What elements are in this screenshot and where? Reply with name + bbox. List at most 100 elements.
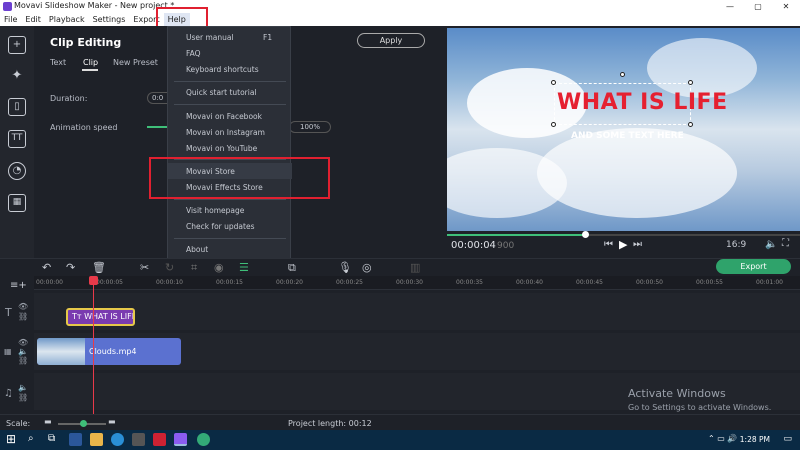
title-clip[interactable]: Tт WHAT IS LIFE: [66, 308, 135, 326]
preview-title-text[interactable]: WHAT IS LIFE: [557, 90, 728, 115]
maximize-button[interactable]: ▢: [744, 0, 772, 13]
preview-scrub-handle[interactable]: [581, 231, 589, 238]
window-title: Movavi Slideshow Maker - New project *: [14, 1, 175, 10]
filter-icon[interactable]: ▯: [8, 98, 26, 116]
color-adjust-icon[interactable]: ◉: [214, 261, 224, 274]
video-clip[interactable]: Clouds.mp4: [37, 338, 181, 365]
clip-properties-icon[interactable]: ☰: [239, 261, 249, 274]
add-track-icon[interactable]: ≡+: [10, 280, 27, 291]
word-icon[interactable]: [69, 433, 82, 446]
tab-new-preset[interactable]: New Preset: [113, 58, 158, 67]
menu-item-user-manual[interactable]: User manual: [186, 33, 234, 42]
active-tab-indicator: [82, 69, 98, 71]
fullscreen-icon[interactable]: ⛶: [782, 238, 789, 249]
next-frame-icon[interactable]: ⏭: [633, 239, 642, 250]
stickers-icon[interactable]: ◔: [8, 162, 26, 180]
menu-file[interactable]: File: [0, 13, 21, 26]
menu-item-visit-homepage[interactable]: Visit homepage: [186, 206, 244, 215]
menu-item-facebook[interactable]: Movavi on Facebook: [186, 112, 262, 121]
microphone-icon[interactable]: 🎙: [338, 261, 352, 274]
video-clip-label: Clouds.mp4: [89, 347, 137, 356]
rotate-icon[interactable]: ↻: [165, 261, 174, 274]
app-icon[interactable]: [197, 433, 210, 446]
file-explorer-icon[interactable]: [90, 433, 103, 446]
search-icon[interactable]: ⌕: [28, 433, 34, 444]
import-icon[interactable]: +: [8, 36, 26, 54]
apply-button[interactable]: Apply: [357, 33, 425, 48]
menu-item-instagram[interactable]: Movavi on Instagram: [186, 128, 265, 137]
mute-icon[interactable]: 🔈: [18, 347, 28, 356]
app-icon[interactable]: [153, 433, 166, 446]
menu-separator: [174, 199, 286, 200]
transition-icon[interactable]: ⧉: [288, 261, 296, 275]
minimize-button[interactable]: —: [716, 0, 744, 13]
movavi-taskbar-icon[interactable]: [174, 433, 187, 446]
animation-speed-label: Animation speed: [50, 123, 118, 132]
current-time-ms: 900: [497, 241, 515, 251]
animation-speed-value[interactable]: 100%: [289, 121, 331, 133]
play-icon[interactable]: ▶: [619, 238, 627, 251]
close-button[interactable]: ✕: [772, 0, 800, 13]
ruler-tick-label: 00:00:15: [216, 279, 243, 286]
menu-item-youtube[interactable]: Movavi on YouTube: [186, 144, 257, 153]
link-icon[interactable]: ⛓: [18, 312, 28, 321]
preview-subtitle-text[interactable]: AND SOME TEXT HERE: [571, 131, 684, 141]
menu-separator: [174, 238, 286, 239]
timeline-ruler[interactable]: 00:00:00 00:00:05 00:00:10 00:00:15 00:00:20…: [34, 276, 800, 290]
delete-icon[interactable]: 🗑: [92, 261, 106, 274]
playhead-handle[interactable]: [89, 276, 98, 285]
resize-handle[interactable]: [688, 80, 693, 85]
redo-icon[interactable]: ↷: [66, 261, 75, 274]
export-button[interactable]: Export: [716, 259, 791, 274]
tray-icons[interactable]: ⌃ ▭ 🔊: [708, 434, 737, 443]
task-view-icon[interactable]: ⧉: [48, 433, 55, 444]
menu-item-check-updates[interactable]: Check for updates: [186, 222, 255, 231]
scale-slider-handle[interactable]: [80, 420, 87, 427]
notification-icon[interactable]: ▭: [783, 434, 792, 444]
menu-edit[interactable]: Edit: [21, 13, 45, 26]
magic-wand-icon[interactable]: ✦: [8, 68, 26, 86]
zoom-in-icon[interactable]: ▬: [108, 417, 116, 426]
app-icon[interactable]: [132, 433, 145, 446]
activation-watermark-title: Activate Windows: [628, 387, 726, 400]
menu-settings[interactable]: Settings: [89, 13, 130, 26]
mute-icon[interactable]: 🔈: [18, 383, 28, 392]
crop-icon[interactable]: ⌗: [191, 261, 197, 275]
tab-text[interactable]: Text: [50, 58, 66, 67]
volume-icon[interactable]: 🔈: [765, 239, 777, 250]
marker-icon[interactable]: ◎: [362, 261, 372, 274]
prev-frame-icon[interactable]: ⏮: [604, 239, 613, 250]
resize-handle[interactable]: [688, 122, 693, 127]
menu-item-about[interactable]: About: [186, 245, 208, 254]
preview-scrub-progress: [447, 234, 585, 236]
menu-item-quick-start[interactable]: Quick start tutorial: [186, 88, 257, 97]
ruler-tick-label: 00:00:30: [396, 279, 423, 286]
link-icon[interactable]: ⛓: [18, 393, 28, 402]
undo-icon[interactable]: ↶: [42, 261, 51, 274]
more-tools-icon[interactable]: ▦: [8, 194, 26, 212]
visibility-icon[interactable]: 👁: [18, 302, 28, 311]
menu-item-faq[interactable]: FAQ: [186, 49, 201, 58]
menu-item-keyboard-shortcuts[interactable]: Keyboard shortcuts: [186, 65, 259, 74]
zoom-out-icon[interactable]: ▬: [44, 417, 52, 426]
resize-handle[interactable]: [551, 122, 556, 127]
title-bar: Movavi Slideshow Maker - New project * —…: [0, 0, 800, 13]
split-icon[interactable]: ✂: [140, 261, 149, 274]
menu-playback[interactable]: Playback: [45, 13, 89, 26]
playhead[interactable]: [93, 276, 94, 414]
resize-handle[interactable]: [551, 80, 556, 85]
aspect-ratio-select[interactable]: 16:9: [726, 240, 746, 250]
video-preview[interactable]: WHAT IS LIFE AND SOME TEXT HERE: [447, 28, 800, 231]
edge-icon[interactable]: [111, 433, 124, 446]
titles-icon[interactable]: TT: [8, 130, 26, 148]
tab-clip[interactable]: Clip: [83, 58, 98, 67]
visibility-icon[interactable]: 👁: [18, 338, 28, 347]
rotate-handle[interactable]: [620, 72, 625, 77]
cloud-shape: [537, 128, 737, 218]
ruler-tick-label: 00:00:05: [96, 279, 123, 286]
stabilize-icon[interactable]: ▥: [410, 261, 420, 274]
lock-icon[interactable]: ⛓: [18, 356, 28, 365]
taskbar-clock[interactable]: 1:28 PM: [740, 435, 770, 444]
windows-start-icon[interactable]: ⊞: [6, 432, 16, 446]
title-track[interactable]: [34, 293, 800, 330]
